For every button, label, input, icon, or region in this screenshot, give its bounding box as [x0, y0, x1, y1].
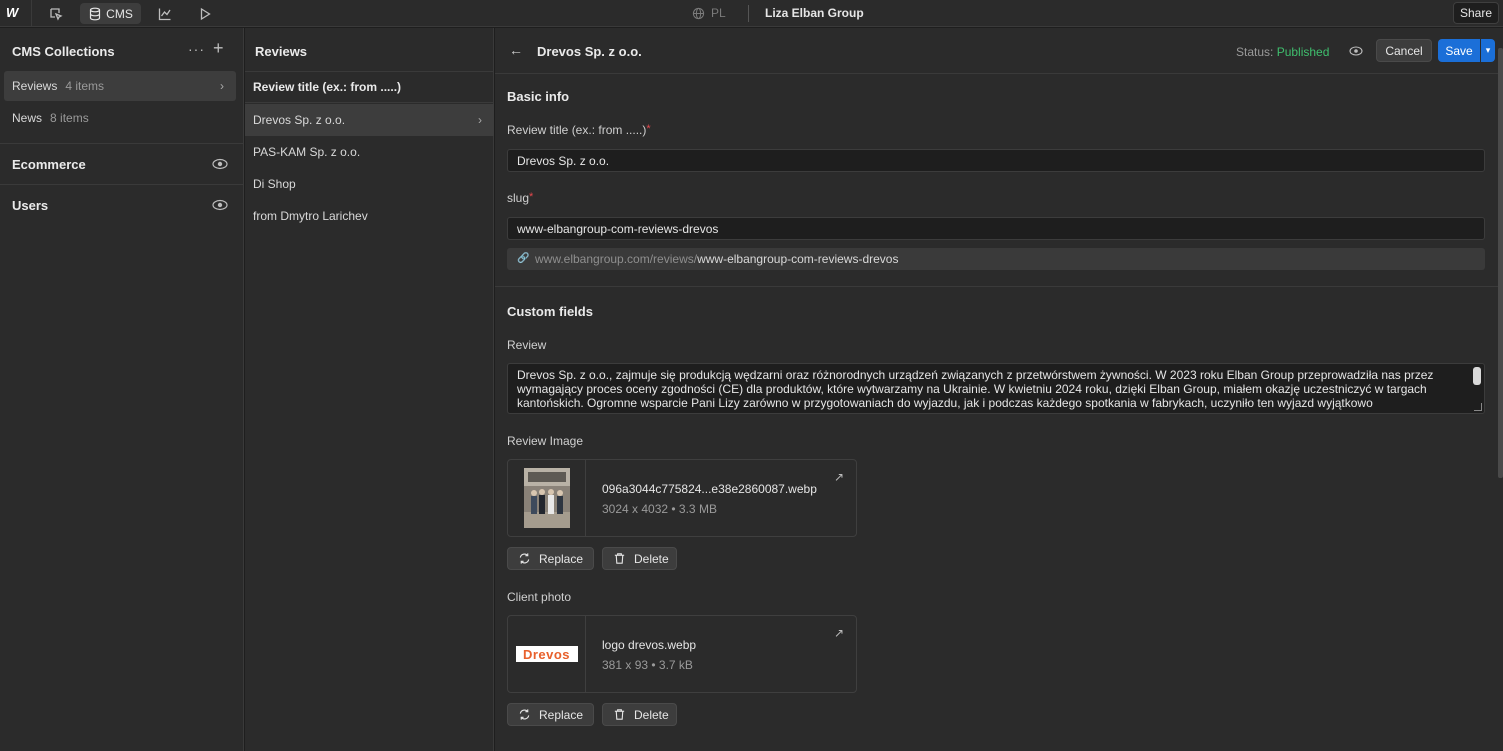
open-external-icon[interactable]: ↗ — [834, 470, 844, 484]
collection-count: 4 items — [65, 79, 105, 93]
site-name: Liza Elban Group — [765, 6, 864, 20]
collection-item-reviews[interactable]: Reviews 4 items › — [4, 71, 236, 101]
section-basic-info: Basic info — [507, 89, 570, 104]
url-preview[interactable]: 🔗 www.elbangroup.com/reviews/www-elbangr… — [507, 248, 1485, 270]
chevron-down-icon[interactable]: ▾ — [1481, 39, 1495, 62]
collection-name: News — [12, 111, 43, 125]
review-label: Review — [507, 338, 547, 352]
webflow-logo[interactable]: W — [6, 5, 26, 21]
locale-label: PL — [711, 6, 726, 20]
cms-tab[interactable]: CMS — [80, 3, 141, 24]
preview-eye-icon[interactable] — [1349, 46, 1363, 56]
trash-icon — [614, 553, 625, 564]
collection-item-news[interactable]: News 8 items — [4, 103, 236, 133]
designer-icon[interactable] — [44, 3, 68, 24]
preview-play-icon[interactable] — [193, 3, 217, 24]
replace-button[interactable]: Replace — [507, 547, 594, 570]
cms-tab-label: CMS — [106, 6, 133, 21]
review-image-card[interactable]: 096a3044c775824...e38e2860087.webp 3024 … — [507, 459, 857, 537]
asset-meta: 381 x 93 • 3.7 kB — [602, 658, 693, 672]
collection-name: Reviews — [12, 79, 58, 93]
status-badge: Status: Published — [1236, 45, 1329, 59]
list-item-label: PAS-KAM Sp. z o.o. — [253, 145, 361, 159]
item-title: Drevos Sp. z o.o. — [537, 44, 642, 59]
top-bar: W CMS PL Liza Elban Group Share — [0, 0, 1503, 27]
refresh-icon — [519, 553, 530, 564]
chevron-right-icon: › — [478, 113, 482, 127]
client-photo-label: Client photo — [507, 590, 572, 604]
eye-icon[interactable] — [212, 158, 228, 170]
link-icon: 🔗 — [517, 253, 530, 264]
chevron-right-icon: › — [220, 79, 224, 93]
review-title-label: Review title (ex.: from .....)* — [507, 123, 651, 137]
locale-switcher[interactable]: PL — [692, 6, 726, 20]
photo-thumbnail-icon — [523, 468, 570, 528]
eye-icon[interactable] — [212, 199, 228, 211]
section-ecommerce[interactable]: Ecommerce — [12, 157, 86, 172]
collection-count: 8 items — [50, 111, 89, 125]
divider — [31, 0, 32, 27]
divider — [0, 184, 244, 185]
item-editor-panel: ← Drevos Sp. z o.o. Status: Published Ca… — [495, 28, 1503, 751]
cancel-button[interactable]: Cancel — [1376, 39, 1432, 62]
divider — [748, 5, 749, 22]
page-scrollbar[interactable] — [1498, 48, 1503, 478]
divider — [495, 286, 1503, 287]
replace-button[interactable]: Replace — [507, 703, 594, 726]
url-slug: www-elbangroup-com-reviews-drevos — [697, 252, 899, 266]
reviews-list-panel: Reviews Review title (ex.: from .....) D… — [245, 28, 494, 751]
resize-handle-icon[interactable] — [1474, 403, 1482, 411]
refresh-icon — [519, 709, 530, 720]
status-label: Status: — [1236, 45, 1274, 59]
list-item[interactable]: Di Shop — [245, 168, 494, 200]
list-item-label: from Dmytro Larichev — [253, 209, 368, 223]
divider — [0, 143, 244, 144]
globe-icon — [692, 7, 705, 19]
column-header[interactable]: Review title (ex.: from .....) — [245, 71, 494, 103]
more-options-icon[interactable]: ··· — [188, 41, 205, 57]
asset-filename: 096a3044c775824...e38e2860087.webp — [602, 482, 817, 496]
analytics-icon[interactable] — [153, 3, 177, 24]
add-collection-icon[interactable]: + — [213, 38, 224, 59]
review-title-input[interactable]: Drevos Sp. z o.o. — [507, 149, 1485, 172]
slug-label: slug* — [507, 191, 534, 205]
textarea-scrollbar[interactable] — [1473, 367, 1481, 385]
panel-title: Reviews — [255, 44, 308, 59]
back-arrow-icon[interactable]: ← — [509, 42, 523, 58]
list-item[interactable]: Drevos Sp. z o.o. › — [245, 104, 494, 136]
list-item-label: Di Shop — [253, 177, 296, 191]
status-value: Published — [1276, 45, 1330, 59]
delete-label: Delete — [634, 551, 669, 566]
share-button[interactable]: Share — [1453, 2, 1499, 24]
open-external-icon[interactable]: ↗ — [834, 626, 844, 640]
client-photo-thumbnail: Drevos — [508, 616, 586, 692]
save-button[interactable]: Save — [1438, 39, 1480, 62]
asset-meta: 3024 x 4032 • 3.3 MB — [602, 502, 717, 516]
section-custom-fields: Custom fields — [507, 304, 593, 319]
slug-input[interactable]: www-elbangroup-com-reviews-drevos — [507, 217, 1485, 240]
url-prefix: www.elbangroup.com/reviews/ — [535, 252, 698, 266]
delete-label: Delete — [634, 707, 669, 722]
trash-icon — [614, 709, 625, 720]
list-item-label: Drevos Sp. z o.o. — [253, 113, 346, 127]
asset-filename: logo drevos.webp — [602, 638, 697, 652]
client-photo-card[interactable]: Drevos logo drevos.webp 381 x 93 • 3.7 k… — [507, 615, 857, 693]
database-icon — [90, 7, 101, 20]
editor-header: ← Drevos Sp. z o.o. Status: Published Ca… — [495, 28, 1503, 74]
delete-button[interactable]: Delete — [602, 703, 677, 726]
drevos-logo: Drevos — [515, 646, 578, 662]
cms-collections-panel: CMS Collections ··· + Reviews 4 items › … — [0, 28, 244, 751]
review-image-thumbnail — [508, 460, 586, 536]
review-image-label: Review Image — [507, 434, 584, 448]
replace-label: Replace — [539, 551, 584, 566]
replace-label: Replace — [539, 707, 584, 722]
logo-text: Drevos — [522, 646, 571, 662]
list-item[interactable]: from Dmytro Larichev — [245, 200, 494, 232]
review-text: Drevos Sp. z o.o., zajmuje się produkcją… — [517, 368, 1434, 410]
section-users[interactable]: Users — [12, 198, 48, 213]
review-textarea[interactable]: Drevos Sp. z o.o., zajmuje się produkcją… — [507, 363, 1485, 414]
panel-title: CMS Collections — [12, 44, 115, 59]
list-item[interactable]: PAS-KAM Sp. z o.o. — [245, 136, 494, 168]
delete-button[interactable]: Delete — [602, 547, 677, 570]
